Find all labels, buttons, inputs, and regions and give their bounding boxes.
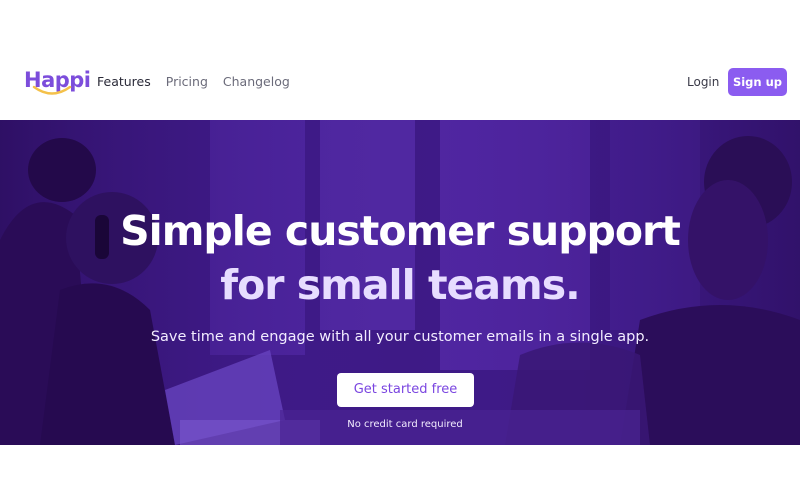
hero-headline-line2: for small teams. [220,261,580,309]
login-link[interactable]: Login [687,74,719,90]
hero-headline: Simple customer support for small teams. [0,204,800,312]
signup-button[interactable]: Sign up [728,68,787,96]
nav-link-changelog[interactable]: Changelog [223,74,290,90]
main-nav: Features Pricing Changelog [97,74,290,90]
get-started-button[interactable]: Get started free [337,373,474,407]
nav-link-pricing[interactable]: Pricing [166,74,208,90]
hero-section: Simple customer support for small teams.… [0,120,800,445]
top-navbar: Happi Features Pricing Changelog Login S… [0,0,800,120]
nav-link-features[interactable]: Features [97,74,151,90]
smile-logo-mark [32,85,72,95]
hero-headline-line1: Simple customer support [120,207,681,255]
hero-subheadline: Save time and engage with all your custo… [150,329,650,345]
no-credit-card-note: No credit card required [347,419,463,430]
